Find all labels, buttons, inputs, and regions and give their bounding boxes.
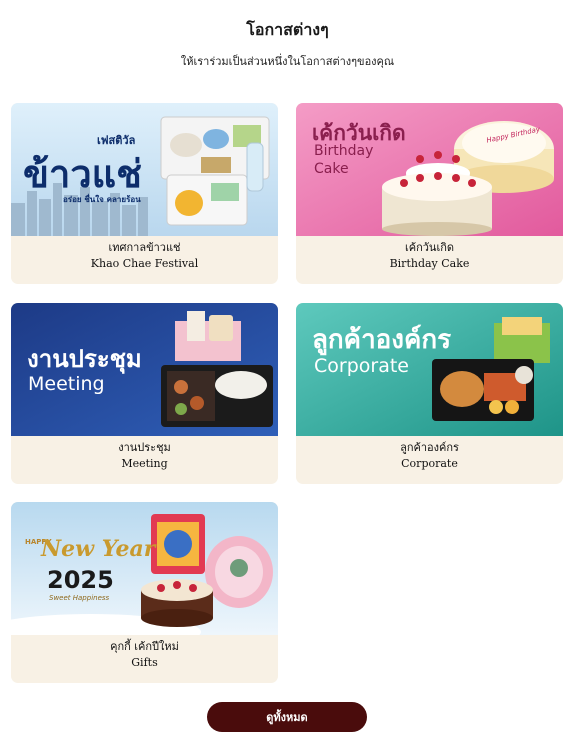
corporate-caption: ลูกค้าองค์กร Corporate bbox=[296, 436, 563, 484]
corporate-label-en: Corporate bbox=[401, 457, 458, 470]
birthday-headline-en1: Birthday bbox=[314, 143, 374, 159]
meeting-image: งานประชุม Meeting bbox=[11, 303, 278, 436]
birthday-cake-label-th: เค้กวันเกิด bbox=[404, 241, 455, 254]
occasion-card-birthday-cake[interactable]: เค้กวันเกิด Birthday Cake Happy Birthday… bbox=[296, 103, 563, 284]
occasion-card-gifts[interactable]: HAPPY New Year 2025 Sweet Happiness คุกก… bbox=[11, 502, 278, 683]
gifts-label-en: Gifts bbox=[131, 656, 158, 669]
birthday-cake-label-en: Birthday Cake bbox=[389, 257, 470, 270]
meeting-label-th: งานประชุม bbox=[118, 441, 171, 454]
khao-chae-tagline: อร่อย ชื่นใจ คลายร้อน bbox=[63, 195, 141, 204]
corporate-headline-en: Corporate bbox=[314, 355, 409, 377]
section-title: โอกาสต่างๆ bbox=[246, 20, 329, 39]
view-all-button[interactable]: ดูทั้งหมด bbox=[207, 702, 367, 732]
khao-chae-image: เฟสติวัล ข้าวแช่ อร่อย ชื่นใจ คลายร้อน bbox=[11, 103, 278, 236]
gifts-caption: คุกกี้ เค้กปีใหม่ Gifts bbox=[11, 635, 278, 683]
khao-chae-label-en: Khao Chae Festival bbox=[90, 257, 199, 270]
gifts-label-th: คุกกี้ เค้กปีใหม่ bbox=[110, 640, 179, 653]
corporate-headline-th: ลูกค้าองค์กร bbox=[312, 325, 452, 355]
corporate-image: ลูกค้าองค์กร Corporate bbox=[296, 303, 563, 436]
occasions-section: โอกาสต่างๆ ให้เราร่วมเป็นส่วนหนึ่งในโอกา… bbox=[0, 0, 575, 748]
gifts-year-text: 2025 bbox=[47, 566, 114, 594]
birthday-headline-en2: Cake bbox=[314, 161, 349, 177]
gifts-image: HAPPY New Year 2025 Sweet Happiness bbox=[11, 502, 278, 635]
gifts-new-year-text: New Year bbox=[41, 536, 156, 562]
birthday-cake-caption: เค้กวันเกิด Birthday Cake bbox=[296, 236, 563, 284]
khao-chae-label-th: เทศกาลข้าวแช่ bbox=[108, 241, 181, 254]
khao-chae-caption: เทศกาลข้าวแช่ Khao Chae Festival bbox=[11, 236, 278, 284]
gifts-tagline: Sweet Happiness bbox=[49, 594, 110, 602]
meeting-headline-en: Meeting bbox=[28, 373, 105, 395]
occasion-card-meeting[interactable]: งานประชุม Meeting งานประชุม Meeting bbox=[11, 303, 278, 484]
meeting-label-en: Meeting bbox=[121, 457, 168, 470]
occasion-card-corporate[interactable]: ลูกค้าองค์กร Corporate ลูกค้าองค์กร Corp… bbox=[296, 303, 563, 484]
birthday-cake-image: เค้กวันเกิด Birthday Cake Happy Birthday bbox=[296, 103, 563, 236]
meeting-caption: งานประชุม Meeting bbox=[11, 436, 278, 484]
section-subtitle: ให้เราร่วมเป็นส่วนหนึ่งในโอกาสต่างๆของคุ… bbox=[180, 55, 395, 68]
occasion-card-khao-chae[interactable]: เฟสติวัล ข้าวแช่ อร่อย ชื่นใจ คลายร้อน เ… bbox=[11, 103, 278, 284]
corporate-label-th: ลูกค้าองค์กร bbox=[400, 441, 459, 454]
